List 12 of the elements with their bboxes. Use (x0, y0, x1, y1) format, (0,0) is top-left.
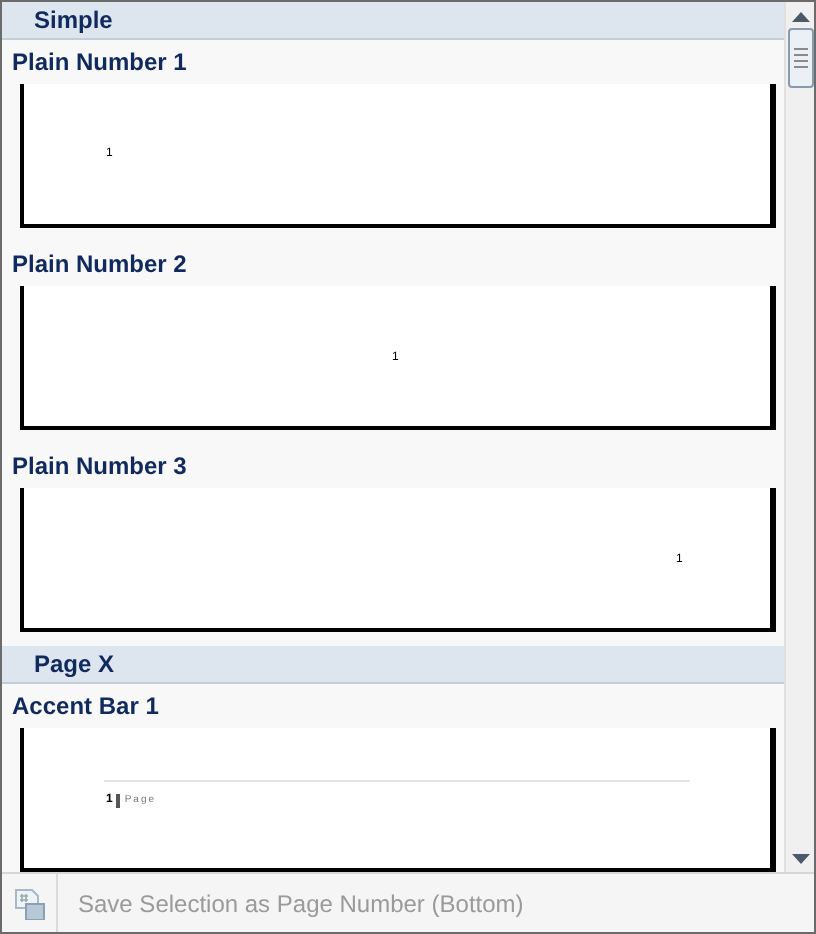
accent-bar (116, 793, 121, 807)
scroll-down-icon[interactable] (791, 854, 809, 864)
gallery-item-title: Plain Number 3 (12, 450, 187, 484)
scroll-thumb[interactable] (787, 28, 813, 88)
section-header: Page X (34, 648, 115, 682)
section-header: Simple (34, 4, 113, 38)
scrollbar[interactable] (784, 2, 814, 872)
gallery-item-title: Accent Bar 1 (12, 690, 159, 724)
scroll-up-icon[interactable] (791, 12, 809, 22)
gallery-item-title: Plain Number 1 (12, 46, 187, 80)
save-page-number-icon (14, 887, 46, 919)
gallery-item-title: Plain Number 2 (12, 248, 187, 282)
